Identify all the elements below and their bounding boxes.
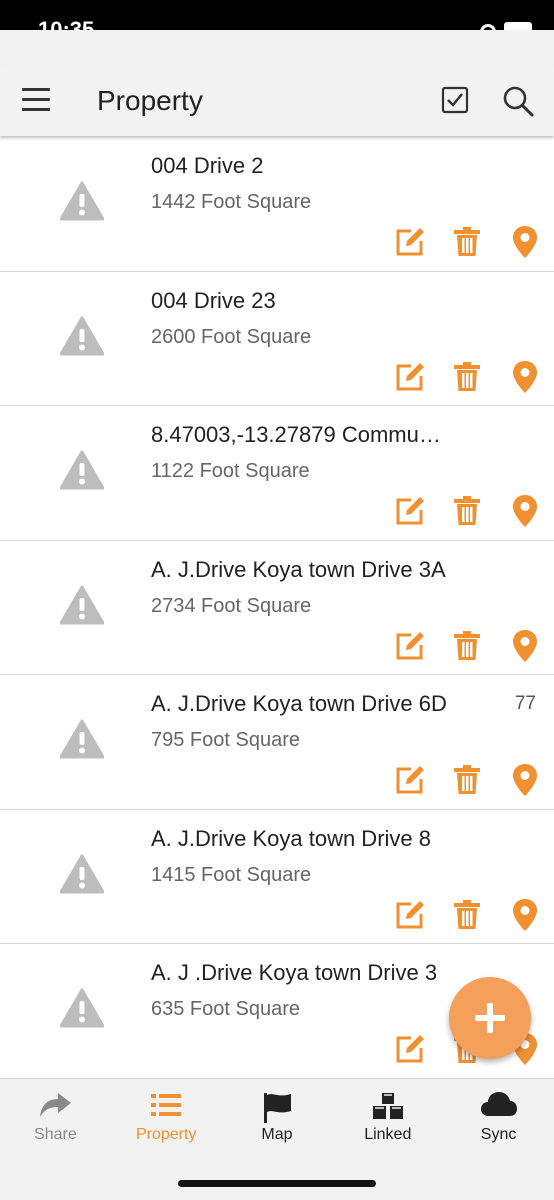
map-pin-icon[interactable] — [508, 898, 542, 932]
property-name: 004 Drive 2 — [151, 153, 264, 178]
map-pin-icon[interactable] — [508, 629, 542, 663]
tab-linked[interactable]: Linked — [332, 1079, 443, 1150]
property-name: A. J.Drive Koya town Drive 6D — [151, 691, 447, 716]
add-property-button[interactable] — [449, 977, 531, 1059]
map-pin-icon[interactable] — [508, 494, 542, 528]
trash-icon[interactable] — [450, 763, 484, 797]
tab-label: Property — [135, 1126, 197, 1143]
trash-icon[interactable] — [450, 225, 484, 259]
tab-label: Share — [34, 1126, 77, 1143]
property-name: A. J .Drive Koya town Drive 3 — [151, 960, 438, 985]
tab-label: Linked — [364, 1126, 412, 1143]
property-row[interactable]: A. J.Drive Koya town Drive 6D 795 Foot Sq… — [0, 675, 554, 810]
checkbox-icon[interactable] — [441, 86, 469, 114]
bottom-tab-bar: Share Property Map Linked Sync — [0, 1078, 554, 1150]
status-spacer — [0, 30, 554, 66]
search-icon[interactable] — [501, 84, 535, 118]
property-area: 1122 Foot Square — [151, 460, 310, 482]
property-name: 8.47003,-13.27879 Commu… — [151, 422, 441, 447]
property-row[interactable]: 8.47003,-13.27879 Commu… 1122 Foot Square — [0, 406, 554, 541]
trash-icon[interactable] — [450, 629, 484, 663]
edit-icon[interactable] — [393, 629, 427, 663]
tab-map[interactable]: Map — [222, 1079, 333, 1150]
edit-icon[interactable] — [393, 898, 427, 932]
property-row[interactable]: A. J.Drive Koya town Drive 8 1415 Foot Sq… — [0, 809, 554, 944]
hamburger-icon[interactable] — [22, 88, 50, 112]
property-area: 2600 Foot Square — [151, 325, 312, 348]
tab-label: Sync — [480, 1126, 517, 1143]
property-count: 77 — [514, 693, 536, 714]
warning-icon — [60, 585, 104, 624]
edit-icon[interactable] — [393, 1032, 427, 1066]
warning-icon — [60, 854, 104, 893]
trash-icon[interactable] — [450, 494, 484, 528]
warning-icon — [60, 450, 104, 490]
cloud-icon — [480, 1092, 517, 1116]
tab-property[interactable]: Property — [111, 1079, 222, 1150]
status-bar: 10:35 — [0, 0, 554, 42]
trash-icon[interactable] — [450, 898, 484, 932]
property-name: A. J.Drive Koya town Drive 8 — [151, 825, 431, 851]
warning-icon — [60, 316, 104, 355]
warning-icon — [60, 181, 104, 221]
property-row[interactable]: A. J.Drive Koya town Drive 3A 2734 Foot S… — [0, 540, 554, 675]
cubes-icon — [372, 1093, 403, 1119]
map-pin-icon[interactable] — [508, 360, 542, 394]
property-area: 795 Foot Square — [151, 729, 300, 751]
warning-icon — [60, 988, 104, 1028]
property-name: A. J.Drive Koya town Drive 3A — [151, 556, 446, 582]
property-list: 004 Drive 2 1442 Foot Square 004 Drive 23 2… — [0, 137, 554, 1077]
tab-share[interactable]: Share — [0, 1079, 111, 1150]
map-pin-icon[interactable] — [508, 225, 542, 259]
property-area: 635 Foot Square — [151, 998, 300, 1020]
property-name: 004 Drive 23 — [151, 287, 276, 313]
tab-sync[interactable]: Sync — [443, 1079, 554, 1150]
property-row[interactable]: 004 Drive 23 2600 Foot Square — [0, 271, 554, 406]
map-pin-icon[interactable] — [508, 763, 542, 797]
tab-label: Map — [261, 1126, 293, 1143]
edit-icon[interactable] — [393, 763, 427, 797]
edit-icon[interactable] — [393, 225, 427, 259]
app-bar: Property — [0, 66, 554, 136]
property-area: 1442 Foot Square — [151, 191, 312, 213]
edit-icon[interactable] — [393, 494, 427, 528]
edit-icon[interactable] — [393, 360, 427, 394]
property-area: 1415 Foot Square — [151, 863, 312, 886]
warning-icon — [60, 719, 104, 759]
trash-icon[interactable] — [450, 360, 484, 394]
share-icon — [40, 1093, 72, 1117]
property-row[interactable]: 004 Drive 2 1442 Foot Square — [0, 137, 554, 272]
property-area: 2734 Foot Square — [151, 594, 312, 617]
home-area — [0, 1150, 554, 1200]
page-title: Property — [97, 85, 203, 116]
home-indicator — [178, 1180, 376, 1187]
flag-icon — [263, 1093, 291, 1123]
list-icon — [151, 1094, 182, 1116]
